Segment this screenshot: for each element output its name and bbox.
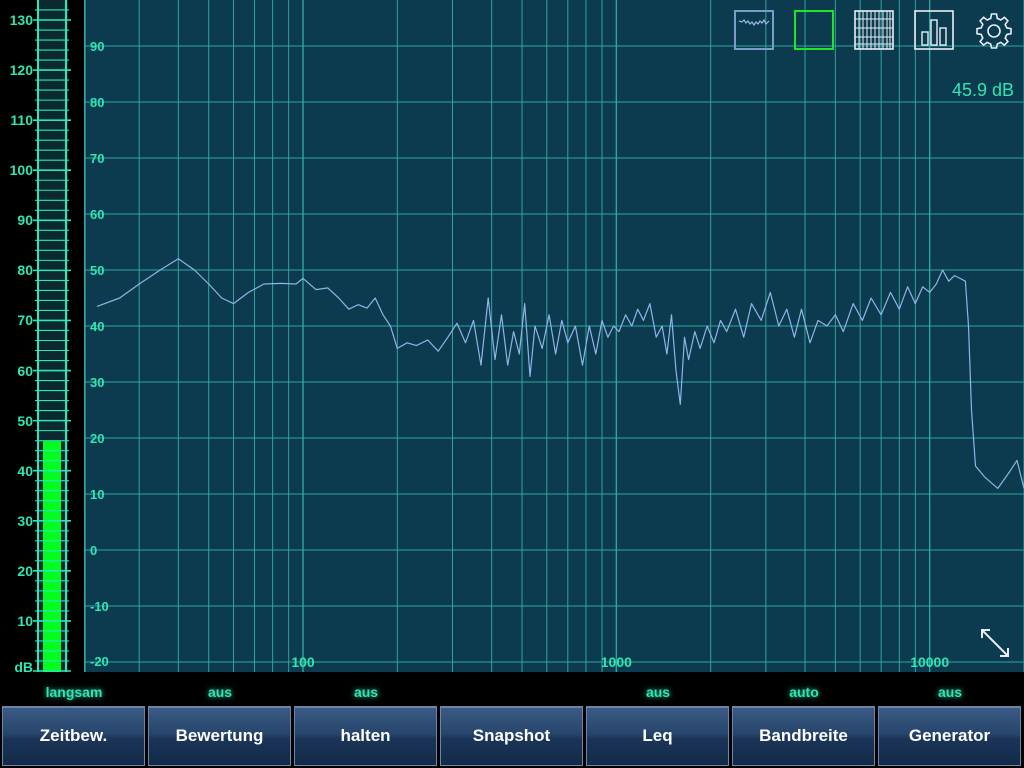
generator-button[interactable]: Generator bbox=[878, 706, 1021, 766]
y-tick-label: 50 bbox=[90, 263, 105, 278]
bewertung-button[interactable]: Bewertung bbox=[148, 706, 291, 766]
halten-button[interactable]: halten bbox=[294, 706, 437, 766]
spectrum-plot[interactable]: 90 80 70 60 50 40 30 20 10 0 -10 -20 100 1000 10000 4… bbox=[84, 0, 1024, 672]
meter-scale-label: 50 bbox=[17, 412, 33, 429]
spectrum-chart[interactable] bbox=[84, 0, 1024, 672]
y-tick-label: 90 bbox=[90, 39, 105, 54]
x-tick-label: 100 bbox=[291, 654, 315, 670]
x-tick-label: 1000 bbox=[600, 654, 632, 670]
meter-scale-label: 120 bbox=[9, 62, 33, 79]
status-leq: aus bbox=[645, 684, 671, 700]
meter-scale-label: 90 bbox=[17, 212, 33, 229]
status-zeitbewertung: langsam bbox=[45, 684, 103, 700]
leq-button[interactable]: Leq bbox=[586, 706, 729, 766]
y-tick-label: 70 bbox=[90, 151, 105, 166]
y-tick-label: 10 bbox=[90, 487, 105, 502]
y-tick-label: 20 bbox=[90, 431, 105, 446]
button-row: Zeitbew. Bewertung halten Snapshot Leq B… bbox=[0, 706, 1024, 768]
spectrum-view-icon[interactable] bbox=[734, 10, 774, 50]
y-tick-label: -20 bbox=[90, 654, 109, 669]
meter-scale-label: 70 bbox=[17, 312, 33, 329]
settings-gear-icon[interactable] bbox=[974, 10, 1014, 50]
status-row: langsam aus aus aus auto aus bbox=[0, 672, 1024, 706]
y-tick-label: 0 bbox=[90, 543, 98, 558]
meter-scale-label: 60 bbox=[17, 362, 33, 379]
spectrum-line bbox=[96, 258, 1024, 489]
meter-scale-label: 130 bbox=[9, 12, 33, 28]
meter-scale-label: 30 bbox=[17, 512, 33, 529]
meter-scale-label: 40 bbox=[17, 462, 33, 479]
meter-scale-label: 20 bbox=[17, 562, 33, 579]
snapshot-button[interactable]: Snapshot bbox=[440, 706, 583, 766]
bar-chart-view-icon[interactable] bbox=[914, 10, 954, 50]
status-bandbreite: auto bbox=[789, 684, 819, 700]
meter-scale-label: 80 bbox=[17, 262, 33, 279]
x-tick-label: 10000 bbox=[910, 654, 950, 670]
level-meter: 130 120 110 100 90 80 70 60 50 40 30 20 10 dB bbox=[0, 0, 84, 674]
grid-view-icon[interactable] bbox=[854, 10, 894, 50]
y-tick-label: 30 bbox=[90, 375, 105, 390]
status-halten: aus bbox=[353, 684, 379, 700]
blank-view-icon[interactable] bbox=[794, 10, 834, 50]
level-readout: 45.9 dB bbox=[951, 80, 1014, 100]
meter-scale-label: 100 bbox=[9, 162, 33, 179]
meter-level-bar bbox=[43, 441, 61, 672]
bandbreite-button[interactable]: Bandbreite bbox=[732, 706, 875, 766]
y-tick-label: -10 bbox=[90, 599, 109, 614]
expand-icon[interactable] bbox=[978, 626, 1012, 660]
zeitbewertung-button[interactable]: Zeitbew. bbox=[2, 706, 145, 766]
y-tick-label: 40 bbox=[90, 319, 105, 334]
meter-scale-label: 10 bbox=[17, 612, 33, 629]
status-generator: aus bbox=[937, 684, 963, 700]
status-bewertung: aus bbox=[207, 684, 233, 700]
y-tick-label: 60 bbox=[90, 207, 105, 222]
y-tick-label: 80 bbox=[90, 95, 105, 110]
meter-scale-label: 110 bbox=[10, 112, 33, 129]
